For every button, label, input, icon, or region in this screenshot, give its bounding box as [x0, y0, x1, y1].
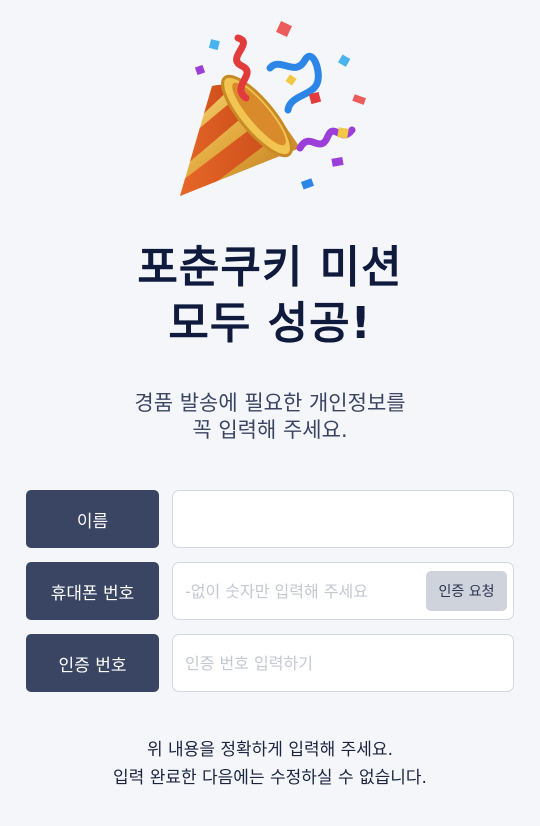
phone-row: 휴대폰 번호 인증 요청	[26, 562, 514, 620]
subtitle-line-1: 경품 발송에 필요한 개인정보를	[134, 391, 406, 415]
title-line-1: 포춘쿠키 미션	[137, 242, 403, 293]
phone-field-box: 인증 요청	[172, 562, 514, 620]
name-input[interactable]	[185, 491, 501, 547]
title-line-2: 모두 성공!	[168, 298, 372, 349]
party-popper-icon	[180, 21, 367, 196]
notice-line-2: 입력 완료한 다음에는 수정하실 수 없습니다.	[113, 768, 427, 788]
phone-input[interactable]	[185, 563, 421, 619]
verification-code-input[interactable]	[185, 635, 501, 691]
subtitle-line-2: 꼭 입력해 주세요.	[192, 418, 348, 442]
name-row: 이름	[26, 490, 514, 548]
code-field-box	[172, 634, 514, 692]
name-field-box	[172, 490, 514, 548]
page-subtitle: 경품 발송에 필요한 개인정보를 꼭 입력해 주세요.	[0, 390, 540, 444]
code-row: 인증 번호	[26, 634, 514, 692]
notice-text: 위 내용을 정확하게 입력해 주세요. 입력 완료한 다음에는 수정하실 수 없…	[0, 736, 540, 792]
request-verification-button[interactable]: 인증 요청	[426, 571, 507, 611]
phone-label: 휴대폰 번호	[26, 562, 159, 620]
notice-line-1: 위 내용을 정확하게 입력해 주세요.	[147, 740, 393, 760]
code-label: 인증 번호	[26, 634, 159, 692]
hero-illustration	[0, 18, 540, 218]
page-title: 포춘쿠키 미션 모두 성공!	[0, 240, 540, 352]
name-label: 이름	[26, 490, 159, 548]
